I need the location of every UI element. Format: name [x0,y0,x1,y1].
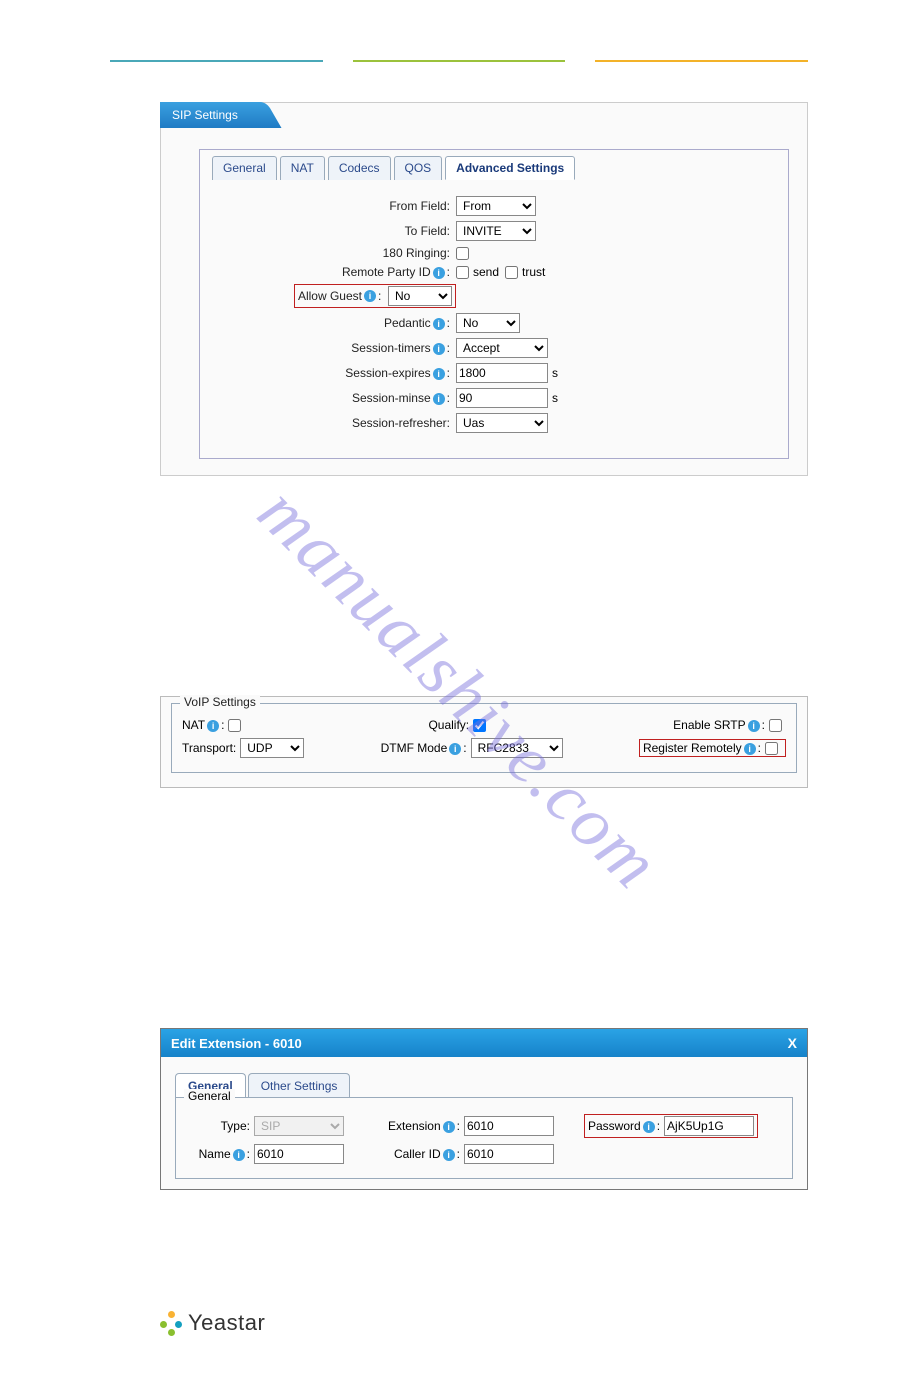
transport-label: Transport: [182,741,236,755]
remote-party-id-label: Remote Party IDi: [216,265,456,279]
edit-extension-panel: Edit Extension - 6010 X General Other Se… [160,1028,808,1190]
ringing-180-checkbox[interactable] [456,247,469,260]
from-field-label: From Field: [216,199,456,213]
register-remotely-checkbox[interactable] [765,742,778,755]
ext-callerid-input[interactable] [464,1144,554,1164]
info-icon[interactable]: i [443,1121,455,1133]
ext-extension-input[interactable] [464,1116,554,1136]
pedantic-label: Pedantici: [216,316,456,330]
session-expires-label: Session-expiresi: [216,366,456,380]
transport-select[interactable]: UDP [240,738,304,758]
info-icon[interactable]: i [433,318,445,330]
yeastar-logo-icon [160,1311,184,1335]
voip-settings-panel: VoIP Settings NATi: Qualify: Enable SRTP… [160,696,808,788]
footer-logo: Yeastar [160,1310,808,1336]
ext-type-label: Type: [186,1119,254,1133]
qualify-label: Qualify: [428,718,469,732]
ext-callerid-label: Caller IDi: [374,1147,464,1161]
session-minse-label: Session-minsei: [216,391,456,405]
dtmf-mode-select[interactable]: RFC2833 [471,738,563,758]
ext-name-label: Namei: [186,1147,254,1161]
enable-srtp-label: Enable SRTPi: [673,718,765,732]
yeastar-logo-text: Yeastar [188,1310,265,1336]
enable-srtp-checkbox[interactable] [769,719,782,732]
session-refresher-select[interactable]: Uas [456,413,548,433]
info-icon[interactable]: i [233,1149,245,1161]
dtmf-mode-label: DTMF Modei: [381,741,467,755]
info-icon[interactable]: i [433,368,445,380]
ext-type-select: SIP [254,1116,344,1136]
session-expires-unit: s [552,366,558,380]
to-field-select[interactable]: INVITE [456,221,536,241]
info-icon[interactable]: i [643,1121,655,1133]
ext-name-input[interactable] [254,1144,344,1164]
session-expires-input[interactable] [456,363,548,383]
ext-extension-label: Extensioni: [374,1119,464,1133]
edit-extension-title: Edit Extension - 6010 [171,1036,302,1051]
remote-party-trust-checkbox[interactable] [505,266,518,279]
edit-extension-titlebar: Edit Extension - 6010 X [161,1029,807,1057]
nat-checkbox[interactable] [228,719,241,732]
remote-party-send-label: send [473,265,499,279]
session-timers-select[interactable]: Accept [456,338,548,358]
info-icon[interactable]: i [449,743,461,755]
tab-codecs[interactable]: Codecs [328,156,391,180]
info-icon[interactable]: i [364,290,376,302]
voip-settings-legend: VoIP Settings [180,695,260,709]
allow-guest-highlight: Allow Guesti: No [294,284,456,308]
tab-qos[interactable]: QOS [394,156,443,180]
sip-subtabs: General NAT Codecs QOS Advanced Settings [206,156,782,180]
to-field-label: To Field: [216,224,456,238]
tab-general[interactable]: General [212,156,277,180]
info-icon[interactable]: i [443,1149,455,1161]
close-icon[interactable]: X [788,1035,797,1051]
ext-general-legend: General [184,1089,235,1103]
ringing-180-label: 180 Ringing: [216,246,456,260]
ext-password-input[interactable] [664,1116,754,1136]
nat-label: NATi: [182,718,224,732]
info-icon[interactable]: i [433,393,445,405]
remote-party-trust-label: trust [522,265,545,279]
register-remotely-highlight: Register Remotelyi: [639,739,786,757]
remote-party-send-checkbox[interactable] [456,266,469,279]
from-field-select[interactable]: From [456,196,536,216]
info-icon[interactable]: i [433,267,445,279]
ext-tab-other-settings[interactable]: Other Settings [248,1073,351,1098]
info-icon[interactable]: i [748,720,760,732]
session-minse-input[interactable] [456,388,548,408]
qualify-checkbox[interactable] [473,719,486,732]
info-icon[interactable]: i [433,343,445,355]
info-icon[interactable]: i [207,720,219,732]
ext-password-highlight: Passwordi: [584,1114,758,1138]
sip-settings-title: SIP Settings [160,102,256,128]
allow-guest-select[interactable]: No [388,286,452,306]
session-refresher-label: Session-refresher: [216,416,456,430]
allow-guest-label: Allow Guest [298,289,362,303]
sip-settings-panel: SIP Settings General NAT Codecs QOS Adva… [160,102,808,476]
tab-nat[interactable]: NAT [280,156,325,180]
header-rules [110,60,808,62]
register-remotely-label: Register Remotelyi: [643,741,761,755]
pedantic-select[interactable]: No [456,313,520,333]
session-minse-unit: s [552,391,558,405]
ext-password-label: Passwordi: [588,1119,664,1133]
info-icon[interactable]: i [744,743,756,755]
session-timers-label: Session-timersi: [216,341,456,355]
tab-advanced-settings[interactable]: Advanced Settings [445,156,575,180]
